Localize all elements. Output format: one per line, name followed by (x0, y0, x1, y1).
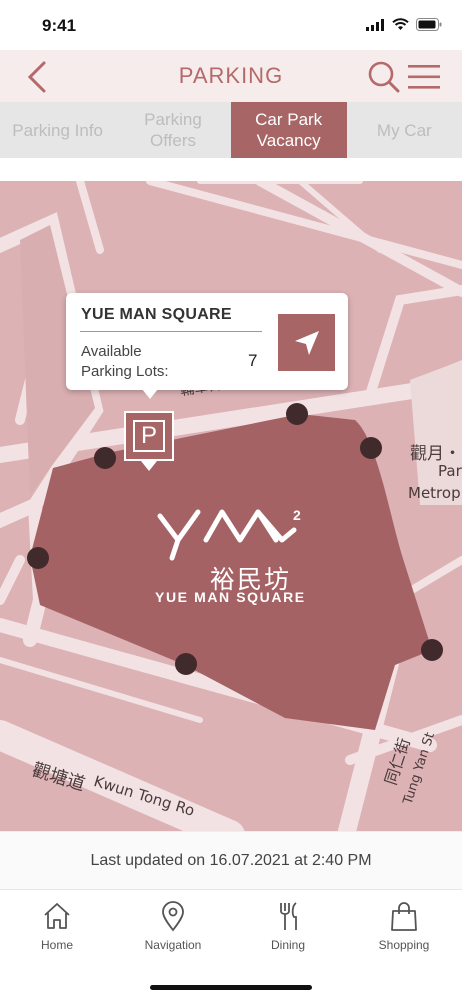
nav-navigation[interactable]: Navigation (128, 900, 218, 952)
map-graphic: 2 (0, 181, 462, 831)
nav-home[interactable]: Home (12, 900, 102, 952)
header: PARKING (0, 50, 462, 102)
map-view[interactable]: 2 輔華街 觀月・ Par Metrop 觀塘道 Kwun Tong Ro 同仁… (0, 181, 462, 831)
nav-dining-label: Dining (270, 938, 306, 952)
metro-label-line1: Par (438, 462, 462, 480)
shopping-bag-icon (391, 902, 417, 931)
menu-button[interactable] (406, 62, 442, 92)
wifi-icon (392, 18, 409, 30)
fork-knife-icon (280, 902, 297, 930)
nav-shopping[interactable]: Shopping (359, 900, 449, 952)
nav-navigation-label: Navigation (144, 938, 202, 952)
metro-label-line2: Metrop (408, 484, 461, 502)
nav-home-label: Home (40, 938, 73, 952)
parking-marker-tail (141, 461, 157, 471)
navigation-arrow-icon (294, 330, 319, 355)
logo-english-text: YUE MAN SQUARE (155, 589, 306, 605)
parking-icon: P (133, 420, 165, 452)
status-icons (366, 18, 442, 31)
last-updated-text: Last updated on 16.07.2021 at 2:40 PM (90, 852, 372, 869)
tab-my-car[interactable]: My Car (347, 102, 462, 158)
status-time: 9:41 (42, 16, 77, 35)
tab-active-wrapper: Car Park Vacancy (230, 102, 347, 158)
location-pin-icon (162, 901, 184, 932)
available-lots-count: 7 (248, 351, 258, 370)
metro-label-chinese: 觀月・ (410, 444, 461, 464)
signal-icon (366, 18, 384, 31)
battery-icon (416, 18, 442, 31)
home-indicator (150, 985, 312, 990)
available-lots-label: Available Parking Lots: (81, 343, 169, 380)
tab-parking-offers[interactable]: Parking Offers (115, 102, 230, 158)
callout-tail (142, 389, 158, 399)
tab-car-park-vacancy[interactable]: Car Park Vacancy (230, 102, 347, 158)
status-bar: 9:41 (0, 0, 462, 50)
hamburger-menu-icon (408, 65, 440, 89)
car-park-callout[interactable]: YUE MAN SQUARE Available Parking Lots: 7 (66, 293, 348, 390)
callout-divider (80, 331, 262, 332)
tab-parking-info[interactable]: Parking Info (0, 102, 115, 158)
nav-shopping-label: Shopping (378, 938, 430, 952)
home-icon (44, 903, 70, 929)
search-icon (368, 61, 400, 93)
parking-marker[interactable]: P (124, 411, 174, 461)
svg-text:2: 2 (293, 507, 301, 523)
last-updated-bar: Last updated on 16.07.2021 at 2:40 PM (0, 831, 462, 889)
navigate-button[interactable] (278, 314, 335, 371)
nav-dining[interactable]: Dining (243, 900, 333, 952)
tab-bar: Parking Info Parking Offers Car Park Vac… (0, 102, 462, 158)
bottom-navigation: Home Navigation Dining Shopping (0, 889, 462, 1000)
search-button[interactable] (367, 60, 401, 94)
callout-title: YUE MAN SQUARE (81, 306, 232, 323)
